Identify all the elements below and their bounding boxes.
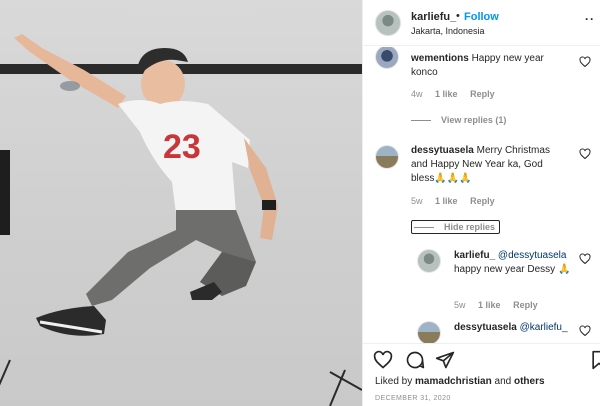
post-actions: Liked by mamadchristian and others DECEM… [363, 343, 600, 406]
reply-button[interactable]: Reply [513, 300, 538, 310]
post-location[interactable]: Jakarta, Indonesia [411, 26, 485, 36]
comment-username[interactable]: dessytuasela [411, 145, 474, 156]
author-avatar[interactable] [375, 10, 401, 36]
replier-avatar[interactable] [417, 321, 441, 343]
author-username[interactable]: karliefu_ [411, 11, 456, 23]
instagram-post: 23 karliefu_ • Follow Jakarta, Indonesia… [0, 0, 600, 406]
commenter-avatar[interactable] [375, 145, 399, 169]
hide-replies-button[interactable]: Hide replies [411, 220, 501, 234]
reply-item: karliefu_ @dessytuasela happy new year D… [363, 247, 600, 317]
comment-item: dessytuasela Merry Christmas and Happy N… [363, 143, 600, 235]
divider-line [414, 227, 434, 229]
reply-item: dessytuasela @karliefu_ [363, 319, 600, 343]
reply-button[interactable]: Reply [470, 89, 495, 99]
comment-text: dessytuasela Merry Christmas and Happy N… [411, 144, 561, 186]
follow-button[interactable]: Follow [464, 11, 499, 23]
liked-by-user[interactable]: mamadchristian [415, 376, 492, 387]
comment-item: wementions Happy new year konco 4w 1 lik… [363, 47, 600, 137]
more-dots-icon[interactable]: ·· [585, 12, 595, 26]
share-plane-icon[interactable] [435, 350, 455, 370]
reply-text: karliefu_ @dessytuasela happy new year D… [454, 249, 574, 277]
reply-body: happy new year Dessy 🙏 [454, 264, 571, 275]
heart-icon[interactable] [579, 253, 591, 265]
liked-by-others[interactable]: others [514, 376, 545, 387]
liked-by-prefix: Liked by [375, 376, 416, 387]
comment-age[interactable]: 5w [411, 196, 423, 206]
heart-icon[interactable] [579, 325, 591, 337]
save-bookmark-icon[interactable] [589, 350, 600, 370]
liked-by-suffix: and [491, 376, 514, 387]
comments-list[interactable]: wementions Happy new year konco 4w 1 lik… [363, 47, 600, 343]
replier-avatar[interactable] [417, 249, 441, 273]
comment-meta: 5w 1 like Reply [411, 196, 505, 206]
shirt-number: 23 [163, 128, 201, 166]
hide-replies-label: Hide replies [444, 222, 496, 232]
reply-mention[interactable]: @dessytuasela [498, 250, 567, 261]
comment-meta: 4w 1 like Reply [411, 89, 505, 99]
liked-by-line: Liked by mamadchristian and others [375, 376, 545, 387]
reply-age[interactable]: 5w [454, 300, 466, 310]
post-date[interactable]: DECEMBER 31, 2020 [375, 395, 451, 402]
reply-meta: 5w 1 like Reply [454, 300, 548, 310]
view-replies-label: View replies (1) [441, 115, 507, 125]
reply-username[interactable]: karliefu_ [454, 250, 495, 261]
reply-likes[interactable]: 1 like [478, 300, 501, 310]
comment-username[interactable]: wementions [411, 53, 469, 64]
post-photo[interactable]: 23 [0, 0, 362, 406]
heart-icon[interactable] [579, 148, 591, 160]
reply-button[interactable]: Reply [470, 196, 495, 206]
reply-text: dessytuasela @karliefu_ [454, 321, 584, 335]
divider-line [411, 120, 431, 122]
post-side-panel: karliefu_ • Follow Jakarta, Indonesia ··… [362, 0, 600, 406]
jumping-man-photo: 23 [0, 34, 362, 406]
reply-username[interactable]: dessytuasela [454, 322, 517, 333]
comment-likes[interactable]: 1 like [435, 196, 458, 206]
commenter-avatar[interactable] [375, 47, 399, 69]
post-header: karliefu_ • Follow Jakarta, Indonesia ·· [363, 0, 600, 46]
comment-age[interactable]: 4w [411, 89, 423, 99]
comment-likes[interactable]: 1 like [435, 89, 458, 99]
comment-bubble-icon[interactable] [405, 350, 425, 370]
header-separator: • [456, 10, 460, 22]
reply-mention[interactable]: @karliefu_ [520, 322, 568, 333]
like-heart-icon[interactable] [373, 350, 393, 370]
comment-text: wementions Happy new year konco [411, 52, 561, 80]
view-replies-button[interactable]: View replies (1) [411, 115, 506, 125]
heart-icon[interactable] [579, 56, 591, 68]
